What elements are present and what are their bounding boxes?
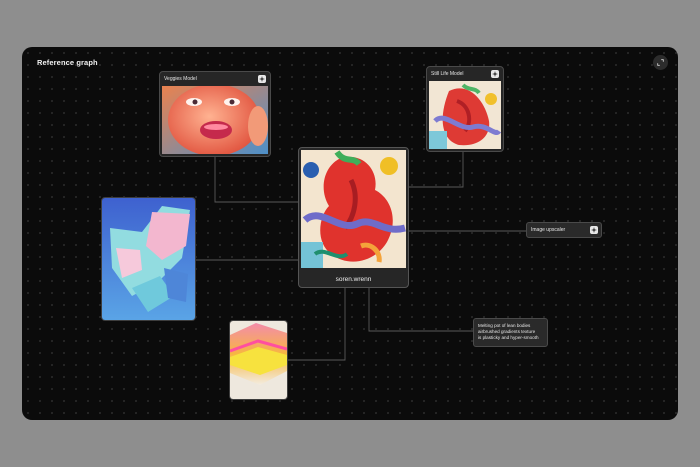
connector-prompt <box>368 287 473 332</box>
melting-gradient-image <box>230 321 287 399</box>
still-life-model-node[interactable]: Still Life Model <box>426 66 504 152</box>
prompt-node[interactable]: Melting pot of lean bodies airbrushed gr… <box>473 318 548 347</box>
connector-veggies <box>214 154 298 203</box>
node-label: Image upscaler <box>531 227 566 233</box>
sparkle-icon <box>591 227 597 233</box>
image-upscaler-node[interactable]: Image upscaler <box>526 222 602 238</box>
veggies-model-node[interactable]: Veggies Model <box>159 71 271 157</box>
connector-bottom-image <box>287 287 346 361</box>
main-image-node[interactable]: soren.wrenn <box>298 147 409 288</box>
sparkle-icon <box>259 75 265 82</box>
prompt-line: is plasticky and hyper-smooth <box>478 335 539 341</box>
node-label: Veggies Model <box>164 75 197 82</box>
connector-still-life <box>408 147 464 188</box>
main-image <box>301 150 406 268</box>
melting-gradient-image-node[interactable] <box>229 320 288 400</box>
node-label: Still Life Model <box>431 70 464 77</box>
still-life-image <box>429 81 501 149</box>
node-action-button[interactable] <box>258 74 266 83</box>
node-action-button[interactable] <box>590 226 598 234</box>
veggies-face-image <box>162 86 268 154</box>
sparkle-icon <box>492 70 498 77</box>
username-label: soren.wrenn <box>335 276 372 283</box>
blue-abstract-image <box>102 198 195 320</box>
reference-graph-panel: Reference graph Veggies Model Still Life… <box>22 47 678 420</box>
node-action-button[interactable] <box>491 69 499 78</box>
blue-abstract-image-node[interactable] <box>101 197 196 321</box>
